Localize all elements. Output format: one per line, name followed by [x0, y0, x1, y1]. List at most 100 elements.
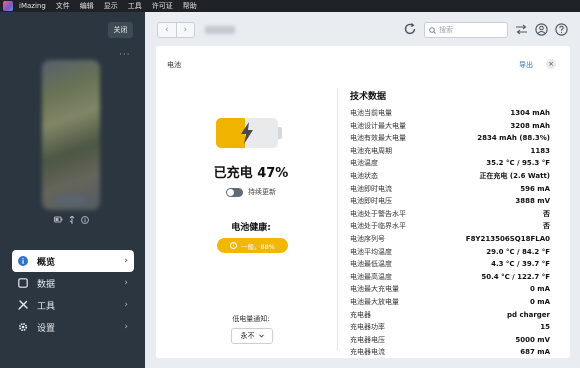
tech-specs-title: 技术数据 [350, 92, 387, 102]
spec-key: 充电器 [350, 310, 371, 319]
low-battery-select[interactable]: 永不 [231, 328, 273, 344]
spec-key: 电池温度 [350, 159, 378, 168]
menu-edit[interactable]: 编辑 [80, 1, 94, 11]
spec-value: 否 [543, 209, 550, 218]
sidebar-item-settings[interactable]: 设置 › [12, 316, 134, 338]
low-battery-option: 永不 [240, 332, 255, 340]
spec-row: 电池充电周期 1183 [350, 145, 550, 158]
spec-value: 35.2 °C / 95.3 °F [486, 159, 550, 168]
menu-tools[interactable]: 工具 [128, 1, 142, 11]
history-nav: ‹ › [157, 22, 195, 38]
spec-row: 电池温度 35.2 °C / 95.3 °F [350, 157, 550, 170]
close-icon[interactable]: × [546, 59, 556, 69]
spec-row: 充电器功率 15 [350, 321, 550, 334]
spec-key: 电池即时电流 [350, 184, 392, 193]
battery-health-badge: i 一般。88% [217, 238, 288, 253]
spec-value: 否 [543, 222, 550, 231]
divider [337, 88, 338, 350]
device-status-icons [54, 216, 89, 224]
spec-key: 充电器电流 [350, 348, 385, 357]
app-name: iMazing [19, 2, 46, 10]
spec-value: 1183 [530, 146, 550, 155]
spec-value: 1304 mAh [510, 109, 550, 117]
account-icon[interactable] [535, 23, 548, 36]
spec-key: 电池设计最大电量 [350, 121, 406, 130]
transfer-icon[interactable] [515, 23, 528, 36]
menu-help[interactable]: 帮助 [183, 1, 197, 11]
battery-panel: 电池 导出 × 已充电 47% 持续更新 电池健康: i 一般。88% 低电量通… [156, 46, 570, 358]
spec-row: 电池处于警告水平 否 [350, 208, 550, 221]
search-placeholder: 搜索 [439, 26, 453, 34]
gear-icon [18, 322, 28, 332]
search-input[interactable]: 搜索 [424, 22, 508, 38]
info-icon [18, 256, 28, 266]
device-image [42, 60, 100, 210]
back-button[interactable]: ‹ [158, 23, 177, 37]
spec-row: 电池状态 正在充电 (2.6 Watt) [350, 170, 550, 183]
spec-row: 电池最大放电量 0 mA [350, 296, 550, 309]
battery-health-value: 一般。88% [241, 242, 275, 251]
spec-row: 电池序列号 F8Y213506SQ18FLA0 [350, 233, 550, 246]
spec-key: 电池有效最大电量 [350, 134, 406, 143]
spec-key: 电池充电周期 [350, 146, 392, 155]
panel-title: 电池 [167, 61, 181, 69]
spec-value: 4.3 °C / 39.7 °F [491, 260, 550, 269]
tools-icon [18, 300, 28, 310]
chevron-right-icon: › [124, 322, 128, 332]
chevron-right-icon: › [124, 256, 128, 266]
sidebar-item-overview[interactable]: 概览 › [12, 250, 134, 272]
spec-key: 电池平均温度 [350, 247, 392, 256]
info-small-icon[interactable] [81, 216, 89, 224]
spec-row: 电池当前电量 1304 mAh [350, 107, 550, 120]
continuous-update-row: 持续更新 [226, 187, 276, 197]
spec-key: 充电器电压 [350, 335, 385, 344]
menu-file[interactable]: 文件 [56, 1, 70, 11]
spec-key: 充电器功率 [350, 323, 385, 332]
menu-license[interactable]: 许可证 [152, 1, 173, 11]
sidebar-item-label: 数据 [37, 279, 56, 290]
spec-row: 充电器电压 5000 mV [350, 334, 550, 347]
battery-tip [278, 127, 282, 139]
spec-value: 0 mA [529, 285, 550, 294]
forward-button[interactable]: › [177, 23, 195, 37]
refresh-icon[interactable] [403, 22, 417, 36]
spec-key: 电池最大充电量 [350, 285, 399, 294]
charging-bolt-icon [241, 122, 253, 144]
charge-status: 已充电 47% [213, 166, 289, 181]
spec-row: 电池最低温度 4.3 °C / 39.7 °F [350, 258, 550, 271]
battery-small-icon [54, 216, 63, 223]
spec-value: 687 mA [520, 348, 550, 357]
spec-value: 3888 mV [515, 197, 550, 206]
spec-row: 电池设计最大电量 3208 mAh [350, 120, 550, 133]
more-options-icon[interactable]: ··· [119, 50, 131, 60]
continuous-update-toggle[interactable] [226, 187, 243, 197]
sidebar-nav: 概览 › 数据 › 工具 › 设置 › [12, 250, 134, 338]
spec-key: 电池序列号 [350, 234, 385, 243]
menu-view[interactable]: 显示 [104, 1, 118, 11]
sidebar-item-label: 概览 [37, 257, 56, 268]
help-icon[interactable] [555, 23, 568, 36]
spec-value: 正在充电 (2.6 Watt) [479, 171, 550, 180]
spec-value: pd charger [507, 310, 550, 319]
spec-value: 50.4 °C / 122.7 °F [481, 272, 550, 281]
spec-key: 电池即时电压 [350, 197, 392, 206]
export-button[interactable]: 导出 [519, 60, 533, 70]
main-area: ‹ › 搜索 电池 导出 × 已充电 47% 持续更新 电池健康: i 一般。8… [145, 12, 580, 368]
toolbar: ‹ › 搜索 [145, 12, 580, 48]
spec-key: 电池最大放电量 [350, 297, 399, 306]
sidebar-item-tools[interactable]: 工具 › [12, 294, 134, 316]
spec-value: 5000 mV [515, 335, 550, 344]
spec-row: 电池最大充电量 0 mA [350, 283, 550, 296]
spec-key: 电池状态 [350, 171, 378, 180]
usb-icon [69, 216, 75, 224]
sidebar-item-data[interactable]: 数据 › [12, 272, 134, 294]
spec-value: F8Y213506SQ18FLA0 [465, 234, 550, 243]
spec-row: 电池最高温度 50.4 °C / 122.7 °F [350, 271, 550, 284]
spec-key: 电池最高温度 [350, 272, 392, 281]
close-device-button[interactable]: 关闭 [108, 22, 133, 38]
chevron-right-icon: › [124, 300, 128, 310]
device-name [205, 26, 235, 34]
info-icon: i [230, 242, 238, 249]
battery-health-label: 电池健康: [231, 223, 271, 233]
spec-row: 充电器电流 687 mA [350, 346, 550, 359]
